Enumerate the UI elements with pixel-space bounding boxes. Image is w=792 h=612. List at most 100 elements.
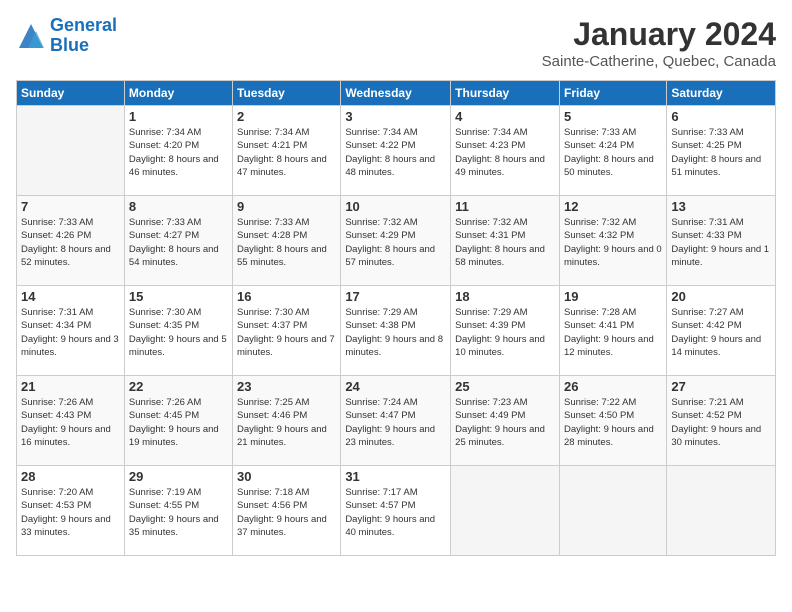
calendar-week-5: 28 Sunrise: 7:20 AM Sunset: 4:53 PM Dayl… (17, 466, 776, 556)
calendar-day: 3 Sunrise: 7:34 AM Sunset: 4:22 PM Dayli… (341, 106, 451, 196)
day-info: Sunrise: 7:32 AM Sunset: 4:29 PM Dayligh… (345, 216, 446, 269)
day-info: Sunrise: 7:29 AM Sunset: 4:39 PM Dayligh… (455, 306, 555, 359)
day-info: Sunrise: 7:33 AM Sunset: 4:28 PM Dayligh… (237, 216, 336, 269)
calendar-day: 15 Sunrise: 7:30 AM Sunset: 4:35 PM Dayl… (124, 286, 232, 376)
day-info: Sunrise: 7:34 AM Sunset: 4:22 PM Dayligh… (345, 126, 446, 179)
day-number: 29 (129, 469, 228, 484)
calendar-day: 30 Sunrise: 7:18 AM Sunset: 4:56 PM Dayl… (233, 466, 341, 556)
calendar-day: 5 Sunrise: 7:33 AM Sunset: 4:24 PM Dayli… (559, 106, 666, 196)
day-info: Sunrise: 7:30 AM Sunset: 4:37 PM Dayligh… (237, 306, 336, 359)
day-number: 3 (345, 109, 446, 124)
calendar-day: 16 Sunrise: 7:30 AM Sunset: 4:37 PM Dayl… (233, 286, 341, 376)
day-info: Sunrise: 7:24 AM Sunset: 4:47 PM Dayligh… (345, 396, 446, 449)
calendar-day: 8 Sunrise: 7:33 AM Sunset: 4:27 PM Dayli… (124, 196, 232, 286)
day-number: 5 (564, 109, 662, 124)
day-info: Sunrise: 7:32 AM Sunset: 4:32 PM Dayligh… (564, 216, 662, 269)
day-info: Sunrise: 7:34 AM Sunset: 4:20 PM Dayligh… (129, 126, 228, 179)
day-info: Sunrise: 7:26 AM Sunset: 4:43 PM Dayligh… (21, 396, 120, 449)
day-number: 18 (455, 289, 555, 304)
day-number: 22 (129, 379, 228, 394)
logo-text: General Blue (50, 16, 117, 56)
day-info: Sunrise: 7:23 AM Sunset: 4:49 PM Dayligh… (455, 396, 555, 449)
calendar-day: 22 Sunrise: 7:26 AM Sunset: 4:45 PM Dayl… (124, 376, 232, 466)
calendar-day: 27 Sunrise: 7:21 AM Sunset: 4:52 PM Dayl… (667, 376, 776, 466)
logo-line1: General (50, 15, 117, 35)
day-number: 9 (237, 199, 336, 214)
day-info: Sunrise: 7:28 AM Sunset: 4:41 PM Dayligh… (564, 306, 662, 359)
day-number: 10 (345, 199, 446, 214)
day-header-friday: Friday (559, 81, 666, 106)
day-number: 14 (21, 289, 120, 304)
day-info: Sunrise: 7:30 AM Sunset: 4:35 PM Dayligh… (129, 306, 228, 359)
calendar-day (17, 106, 125, 196)
day-number: 2 (237, 109, 336, 124)
day-number: 30 (237, 469, 336, 484)
day-number: 13 (671, 199, 771, 214)
calendar-week-4: 21 Sunrise: 7:26 AM Sunset: 4:43 PM Dayl… (17, 376, 776, 466)
calendar-day: 19 Sunrise: 7:28 AM Sunset: 4:41 PM Dayl… (559, 286, 666, 376)
day-number: 23 (237, 379, 336, 394)
logo: General Blue (16, 16, 117, 56)
calendar-day (667, 466, 776, 556)
day-info: Sunrise: 7:21 AM Sunset: 4:52 PM Dayligh… (671, 396, 771, 449)
day-info: Sunrise: 7:31 AM Sunset: 4:33 PM Dayligh… (671, 216, 771, 269)
calendar-day: 7 Sunrise: 7:33 AM Sunset: 4:26 PM Dayli… (17, 196, 125, 286)
day-info: Sunrise: 7:17 AM Sunset: 4:57 PM Dayligh… (345, 486, 446, 539)
day-header-wednesday: Wednesday (341, 81, 451, 106)
month-title: January 2024 (542, 16, 776, 53)
day-number: 21 (21, 379, 120, 394)
calendar-day: 6 Sunrise: 7:33 AM Sunset: 4:25 PM Dayli… (667, 106, 776, 196)
day-info: Sunrise: 7:32 AM Sunset: 4:31 PM Dayligh… (455, 216, 555, 269)
day-header-sunday: Sunday (17, 81, 125, 106)
day-number: 31 (345, 469, 446, 484)
calendar-day: 20 Sunrise: 7:27 AM Sunset: 4:42 PM Dayl… (667, 286, 776, 376)
day-info: Sunrise: 7:33 AM Sunset: 4:24 PM Dayligh… (564, 126, 662, 179)
day-header-saturday: Saturday (667, 81, 776, 106)
day-number: 17 (345, 289, 446, 304)
day-number: 24 (345, 379, 446, 394)
day-number: 20 (671, 289, 771, 304)
day-info: Sunrise: 7:19 AM Sunset: 4:55 PM Dayligh… (129, 486, 228, 539)
calendar-day: 26 Sunrise: 7:22 AM Sunset: 4:50 PM Dayl… (559, 376, 666, 466)
calendar-day: 11 Sunrise: 7:32 AM Sunset: 4:31 PM Dayl… (451, 196, 560, 286)
day-number: 25 (455, 379, 555, 394)
calendar-day: 12 Sunrise: 7:32 AM Sunset: 4:32 PM Dayl… (559, 196, 666, 286)
calendar-day: 24 Sunrise: 7:24 AM Sunset: 4:47 PM Dayl… (341, 376, 451, 466)
logo-icon (16, 21, 46, 51)
calendar-day: 17 Sunrise: 7:29 AM Sunset: 4:38 PM Dayl… (341, 286, 451, 376)
day-info: Sunrise: 7:33 AM Sunset: 4:25 PM Dayligh… (671, 126, 771, 179)
day-info: Sunrise: 7:34 AM Sunset: 4:23 PM Dayligh… (455, 126, 555, 179)
calendar-day: 31 Sunrise: 7:17 AM Sunset: 4:57 PM Dayl… (341, 466, 451, 556)
calendar-day (559, 466, 666, 556)
day-info: Sunrise: 7:25 AM Sunset: 4:46 PM Dayligh… (237, 396, 336, 449)
day-number: 26 (564, 379, 662, 394)
calendar-day: 1 Sunrise: 7:34 AM Sunset: 4:20 PM Dayli… (124, 106, 232, 196)
calendar-week-2: 7 Sunrise: 7:33 AM Sunset: 4:26 PM Dayli… (17, 196, 776, 286)
calendar-day: 29 Sunrise: 7:19 AM Sunset: 4:55 PM Dayl… (124, 466, 232, 556)
calendar-day: 14 Sunrise: 7:31 AM Sunset: 4:34 PM Dayl… (17, 286, 125, 376)
day-info: Sunrise: 7:18 AM Sunset: 4:56 PM Dayligh… (237, 486, 336, 539)
day-number: 1 (129, 109, 228, 124)
calendar-week-1: 1 Sunrise: 7:34 AM Sunset: 4:20 PM Dayli… (17, 106, 776, 196)
logo-line2: Blue (50, 35, 89, 55)
day-header-tuesday: Tuesday (233, 81, 341, 106)
page: General Blue January 2024 Sainte-Catheri… (0, 0, 792, 612)
title-block: January 2024 Sainte-Catherine, Quebec, C… (542, 16, 776, 70)
day-info: Sunrise: 7:27 AM Sunset: 4:42 PM Dayligh… (671, 306, 771, 359)
day-info: Sunrise: 7:34 AM Sunset: 4:21 PM Dayligh… (237, 126, 336, 179)
calendar-table: SundayMondayTuesdayWednesdayThursdayFrid… (16, 80, 776, 556)
day-number: 19 (564, 289, 662, 304)
day-number: 7 (21, 199, 120, 214)
calendar-day: 13 Sunrise: 7:31 AM Sunset: 4:33 PM Dayl… (667, 196, 776, 286)
calendar-day: 9 Sunrise: 7:33 AM Sunset: 4:28 PM Dayli… (233, 196, 341, 286)
calendar-day: 4 Sunrise: 7:34 AM Sunset: 4:23 PM Dayli… (451, 106, 560, 196)
day-info: Sunrise: 7:20 AM Sunset: 4:53 PM Dayligh… (21, 486, 120, 539)
day-number: 16 (237, 289, 336, 304)
day-number: 28 (21, 469, 120, 484)
day-info: Sunrise: 7:26 AM Sunset: 4:45 PM Dayligh… (129, 396, 228, 449)
day-number: 27 (671, 379, 771, 394)
calendar-day: 25 Sunrise: 7:23 AM Sunset: 4:49 PM Dayl… (451, 376, 560, 466)
calendar-day: 21 Sunrise: 7:26 AM Sunset: 4:43 PM Dayl… (17, 376, 125, 466)
day-info: Sunrise: 7:33 AM Sunset: 4:27 PM Dayligh… (129, 216, 228, 269)
day-number: 4 (455, 109, 555, 124)
